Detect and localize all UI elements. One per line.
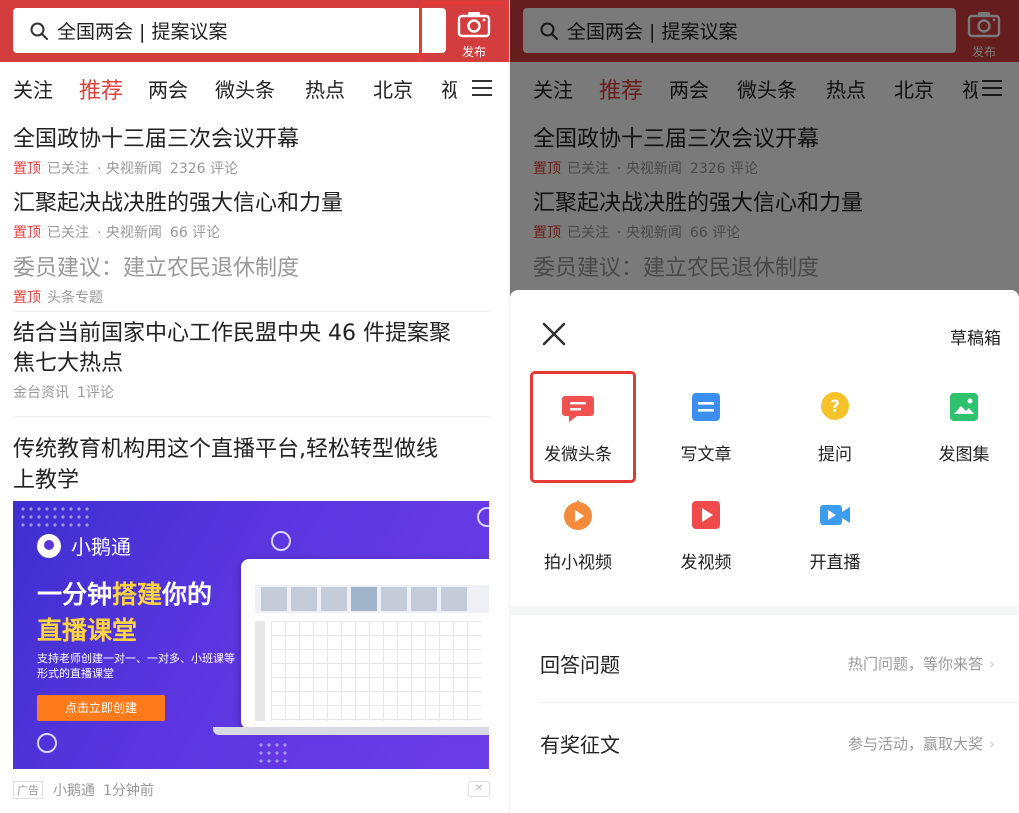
tab-follow[interactable]: 关注 xyxy=(13,74,53,103)
row-hint: 热门问题，等你来答 › xyxy=(848,653,995,674)
ad-advertiser: 小鹅通 xyxy=(53,783,95,799)
headline-highlight: 搭建 xyxy=(112,580,163,609)
publish-live[interactable]: 开直播 xyxy=(790,498,880,573)
news-source: 金台资讯 xyxy=(13,385,69,401)
item-label: 发视频 xyxy=(680,553,732,573)
ad-tag: 广告 xyxy=(13,781,43,799)
publish-gallery[interactable]: 发图集 xyxy=(919,390,1009,465)
section-gap xyxy=(510,606,1019,615)
essay-contest-row[interactable]: 有奖征文 参与活动，赢取大奖 › xyxy=(510,703,1019,783)
tab-recommend[interactable]: 推荐 xyxy=(79,73,123,105)
search-placeholder: 全国两会 | 提案议案 xyxy=(57,21,228,43)
publish-small-video[interactable]: 拍小视频 xyxy=(533,498,623,573)
item-label: 写文章 xyxy=(680,445,732,465)
followed-tag: 已关注 xyxy=(47,225,89,241)
row-title: 回答问题 xyxy=(540,653,620,677)
news-meta: 置顶已关注 · 央视新闻 2326 评论 xyxy=(13,158,238,178)
news-title-line2: 焦七大热点 xyxy=(13,351,124,376)
search-box[interactable]: 全国两会 | 提案议案 xyxy=(13,8,446,53)
news-meta: 置顶 头条专题 xyxy=(13,287,103,307)
brand-name: 小鹅通 xyxy=(71,535,131,559)
decor-ring xyxy=(271,531,291,551)
publish-article[interactable]: 写文章 xyxy=(661,390,751,465)
item-label: 开直播 xyxy=(809,553,861,573)
publish-question[interactable]: ? 提问 xyxy=(790,390,880,465)
item-label: 拍小视频 xyxy=(544,553,612,573)
highlight-weitoutiao xyxy=(530,371,636,483)
gallery-icon xyxy=(950,393,978,421)
menu-icon[interactable] xyxy=(472,80,492,96)
answer-questions-row[interactable]: 回答问题 热门问题，等你来答 › xyxy=(510,623,1019,703)
publish-sheet-screen: 全国两会 | 提案议案 发布 关注 推荐 两会 微头条 热点 北京 视 全国政协… xyxy=(510,0,1019,813)
news-title: 汇聚起决战决胜的强大信心和力量 xyxy=(13,191,344,216)
row-hint: 参与活动，赢取大奖 › xyxy=(848,733,995,754)
drafts-link[interactable]: 草稿箱 xyxy=(950,324,1001,349)
followed-tag: 已关注 xyxy=(47,161,89,177)
brand-logo-icon xyxy=(37,533,61,558)
laptop-illustration xyxy=(241,559,489,729)
publish-video[interactable]: 发视频 xyxy=(661,498,751,573)
tab-video[interactable]: 视 xyxy=(441,74,457,103)
video-icon xyxy=(692,501,720,529)
news-title: 全国政协十三届三次会议开幕 xyxy=(13,127,300,152)
comment-count: 66 评论 xyxy=(169,225,221,241)
pin-badge: 置顶 xyxy=(13,290,41,306)
tab-lianghui[interactable]: 两会 xyxy=(148,74,188,103)
publish-sheet: 草稿箱 发微头条 写文章 ? 提问 发图集 拍小视频 发视频 开直播 回答问题 … xyxy=(510,290,1019,813)
news-meta: 金台资讯 1评论 xyxy=(13,382,114,402)
tab-hot[interactable]: 热点 xyxy=(305,74,345,103)
feed-screen: 全国两会 | 提案议案 发布 关注 推荐 两会 微头条 热点 北京 视 全国政协… xyxy=(0,0,509,813)
row-hint-text: 热门问题，等你来答 xyxy=(847,655,983,673)
chevron-right-icon: › xyxy=(989,735,995,753)
close-icon[interactable] xyxy=(540,320,568,348)
pin-badge: 置顶 xyxy=(13,225,41,241)
tab-beijing[interactable]: 北京 xyxy=(373,74,413,103)
search-icon xyxy=(29,20,51,42)
news-title-line1: 结合当前国家中心工作民盟中央 46 件提案聚 xyxy=(13,321,451,346)
ad-meta: 广告 小鹅通 1分钟前 xyxy=(13,780,162,800)
item-label: 提问 xyxy=(818,445,852,465)
ad-banner[interactable]: 小鹅通 一分钟搭建你的 直播课堂 支持老师创建一对一、一对多、小班课等形式的直播… xyxy=(13,501,489,769)
decor-dots xyxy=(19,505,89,529)
decor-ring xyxy=(477,507,489,527)
tab-weitoutiao[interactable]: 微头条 xyxy=(215,74,275,103)
ad-cta-button[interactable]: 点击立即创建 xyxy=(37,695,165,721)
decor-ring xyxy=(37,733,57,753)
item-label: 发图集 xyxy=(938,445,990,465)
ad-headline: 一分钟搭建你的 xyxy=(37,575,212,611)
small-video-icon xyxy=(564,500,592,530)
divider xyxy=(13,311,491,312)
dismiss-icon[interactable]: ✕ xyxy=(468,781,490,797)
comment-count: 1评论 xyxy=(77,385,114,401)
ad-description: 支持老师创建一对一、一对多、小班课等形式的直播课堂 xyxy=(37,652,235,680)
ad-title-line2: 上教学 xyxy=(13,468,80,493)
pin-badge: 置顶 xyxy=(13,161,41,177)
ad-title-line1: 传统教育机构用这个直播平台,轻松转型做线 xyxy=(13,437,438,462)
ad-headline-2: 直播课堂 xyxy=(37,616,138,645)
svg-text:?: ? xyxy=(830,397,840,417)
news-source: · 央视新闻 xyxy=(97,161,162,177)
news-source: 头条专题 xyxy=(47,290,103,306)
laptop-base xyxy=(213,727,489,735)
row-title: 有奖征文 xyxy=(540,733,620,757)
live-icon xyxy=(820,505,850,525)
channel-tabs: 关注 推荐 两会 微头条 热点 北京 视 xyxy=(0,62,509,112)
headline-part: 一分钟 xyxy=(37,580,113,609)
news-meta: 置顶已关注 · 央视新闻 66 评论 xyxy=(13,222,220,242)
chevron-right-icon: › xyxy=(989,655,995,673)
row-hint-text: 参与活动，赢取大奖 xyxy=(847,735,983,753)
decor-dots xyxy=(257,741,291,765)
news-title: 委员建议：建立农民退休制度 xyxy=(13,256,300,281)
comment-count: 2326 评论 xyxy=(169,161,238,177)
divider xyxy=(13,416,491,417)
ad-time: 1分钟前 xyxy=(103,783,154,799)
question-icon: ? xyxy=(821,392,849,420)
news-source: · 央视新闻 xyxy=(97,225,162,241)
ad-brand: 小鹅通 xyxy=(37,531,131,560)
article-icon xyxy=(692,393,720,421)
headline-part: 你的 xyxy=(162,580,213,609)
